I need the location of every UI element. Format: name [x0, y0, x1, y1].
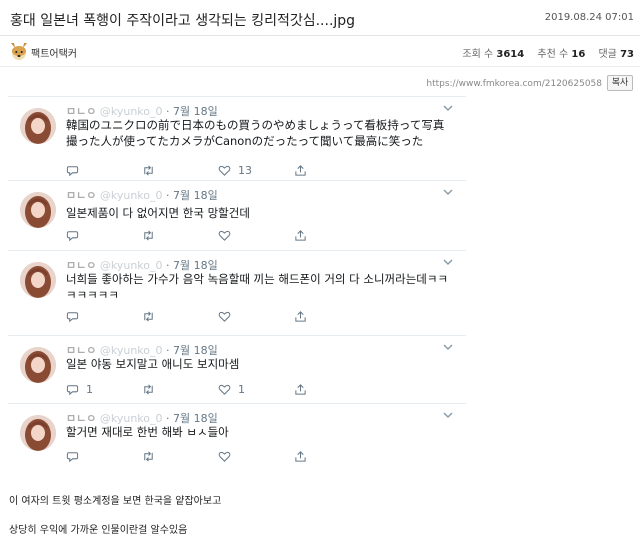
retweet-icon — [144, 164, 153, 176]
retweet-icon — [144, 310, 153, 322]
tweet-actions — [66, 227, 366, 243]
tweet-actions — [66, 448, 366, 464]
reply-icon — [66, 384, 79, 395]
views-count: 3614 — [496, 49, 525, 60]
views-label: 조회 수 — [462, 49, 494, 60]
post-title[interactable]: 홍대 일본녀 폭행이 주작이라고 생각되는 킹리적갓심....jpg — [10, 10, 355, 30]
share-button[interactable] — [294, 227, 307, 243]
post-header: 홍대 일본녀 폭행이 주작이라고 생각되는 킹리적갓심....jpg 2019.… — [0, 0, 640, 36]
retweet-icon — [144, 383, 153, 395]
heart-icon — [218, 165, 231, 176]
comments-count: 73 — [620, 49, 634, 60]
reply-icon — [66, 230, 79, 241]
like-button[interactable] — [218, 448, 238, 464]
share-button[interactable] — [294, 448, 307, 464]
share-icon — [295, 383, 306, 395]
author-avatar-icon[interactable] — [9, 40, 29, 62]
retweet-button[interactable] — [142, 162, 162, 178]
reply-icon — [66, 311, 79, 322]
heart-icon — [218, 384, 231, 395]
share-button[interactable] — [294, 308, 307, 324]
reply-button[interactable] — [66, 227, 86, 243]
like-button[interactable]: 13 — [218, 162, 252, 178]
chevron-down-icon[interactable] — [442, 103, 454, 113]
tweet-actions: 1 1 — [66, 381, 366, 397]
share-icon — [295, 164, 306, 176]
share-button[interactable] — [294, 381, 307, 397]
reply-button[interactable] — [66, 448, 86, 464]
tweet-text: 韓国のユニクロの前で日本のもの買うのやめましょうって看板持って写真撮った人が使っ… — [66, 118, 445, 148]
source-url[interactable]: https://www.fmkorea.com/2120625058 — [426, 79, 602, 89]
tweet-actions: 13 — [66, 162, 366, 178]
copy-button[interactable]: 복사 — [607, 75, 633, 91]
retweet-button[interactable] — [142, 448, 162, 464]
retweet-icon — [144, 450, 153, 462]
chevron-down-icon[interactable] — [442, 342, 454, 352]
caption-text: 상당히 우익에 가까운 인물이란걸 알수있음 — [9, 525, 188, 536]
reply-icon — [66, 451, 79, 462]
heart-icon — [218, 230, 231, 241]
caption-text: 이 여자의 트윗 평소계정을 보면 한국을 얕잡아보고 — [9, 496, 222, 507]
tweet-screenshot: ㅁㄴㅇ @kyunko_0 · 7월 18일 韓国のユニクロの前で日本のもの買う… — [8, 96, 466, 466]
tweet-text: 할거면 재대로 한번 해봐 ㅂㅅ들아 — [66, 425, 229, 439]
tweet-item[interactable]: ㅁㄴㅇ @kyunko_0 · 7월 18일 韓国のユニクロの前で日本のもの買う… — [8, 96, 466, 189]
tweet-item[interactable]: ㅁㄴㅇ @kyunko_0 · 7월 18일 일본 야동 보지말고 애니도 보지… — [8, 335, 466, 403]
retweet-button[interactable] — [142, 227, 162, 243]
reply-button[interactable] — [66, 308, 86, 324]
like-button[interactable] — [218, 227, 238, 243]
like-button[interactable]: 1 — [218, 381, 245, 397]
likes-label: 추천 수 — [537, 49, 569, 60]
tweet-actions — [66, 308, 366, 324]
comments-label: 댓글 — [598, 49, 617, 60]
chevron-down-icon[interactable] — [442, 187, 454, 197]
reply-button[interactable] — [66, 162, 86, 178]
tweet-text: 일본제품이 다 없어지면 한국 망할건데 — [66, 206, 250, 220]
reply-button[interactable]: 1 — [66, 381, 93, 397]
avatar[interactable] — [20, 347, 56, 383]
avatar[interactable] — [20, 108, 56, 144]
tweet-text: 너희들 좋아하는 가수가 음악 녹음할때 끼는 해드폰이 거의 다 소니꺼라는데… — [66, 272, 449, 302]
tweet-item[interactable]: ㅁㄴㅇ @kyunko_0 · 7월 18일 일본제품이 다 없어지면 한국 망… — [8, 180, 466, 250]
avatar[interactable] — [20, 262, 56, 298]
tweet-text: 일본 야동 보지말고 애니도 보지마셈 — [66, 357, 240, 371]
likes-count: 16 — [571, 49, 586, 60]
tweet-item[interactable]: ㅁㄴㅇ @kyunko_0 · 7월 18일 너희들 좋아하는 가수가 음악 녹… — [8, 250, 466, 335]
tweet-item[interactable]: ㅁㄴㅇ @kyunko_0 · 7월 18일 할거면 재대로 한번 해봐 ㅂㅅ들… — [8, 403, 466, 466]
retweet-button[interactable] — [142, 308, 162, 324]
post-stats: 조회 수 3614 추천 수 16 댓글 73 — [462, 45, 634, 60]
avatar[interactable] — [20, 415, 56, 451]
author-row: 팩트어택커 조회 수 3614 추천 수 16 댓글 73 — [0, 37, 640, 67]
share-icon — [295, 229, 306, 241]
reply-icon — [66, 165, 79, 176]
chevron-down-icon[interactable] — [442, 410, 454, 420]
retweet-icon — [144, 229, 153, 241]
tweet-header: ㅁㄴㅇ @kyunko_0 · 7월 18일 — [66, 189, 218, 202]
heart-icon — [218, 311, 231, 322]
share-icon — [295, 450, 306, 462]
chevron-down-icon[interactable] — [442, 257, 454, 267]
retweet-button[interactable] — [142, 381, 162, 397]
avatar[interactable] — [20, 192, 56, 228]
heart-icon — [218, 451, 231, 462]
post-date: 2019.08.24 07:01 — [544, 12, 634, 23]
share-button[interactable] — [294, 162, 307, 178]
like-button[interactable] — [218, 308, 238, 324]
author-name[interactable]: 팩트어택커 — [31, 45, 77, 60]
share-icon — [295, 310, 306, 322]
